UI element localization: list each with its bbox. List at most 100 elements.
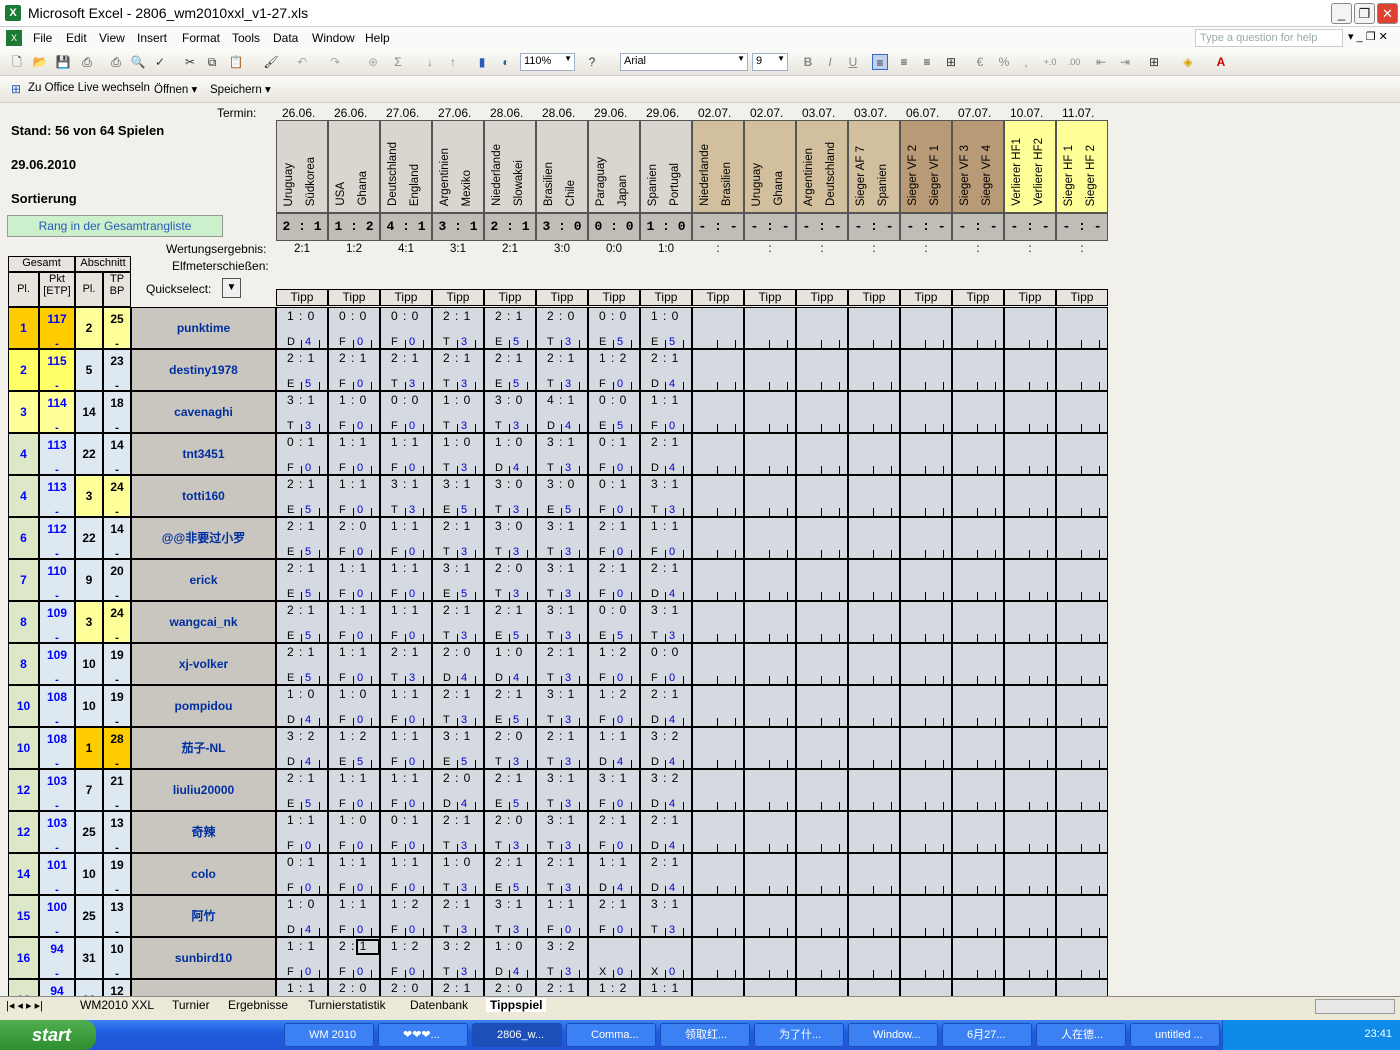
tip-cell[interactable]: [848, 937, 900, 979]
tip-cell[interactable]: 2 : 0T3: [484, 559, 536, 601]
tip-cell[interactable]: [952, 643, 1004, 685]
tip-cell[interactable]: 2 : 0T3: [484, 727, 536, 769]
tip-cell[interactable]: [900, 769, 952, 811]
tip-cell[interactable]: [952, 769, 1004, 811]
points-cell[interactable]: 114-: [39, 391, 75, 434]
tip-cell[interactable]: 1 : 2E5: [328, 727, 380, 769]
tip-cell[interactable]: [900, 895, 952, 937]
tip-cell[interactable]: [900, 517, 952, 559]
points-cell[interactable]: 113-: [39, 433, 75, 476]
section-rank-cell[interactable]: 31: [75, 937, 103, 979]
tip-cell[interactable]: 2 : 0D4: [432, 769, 484, 811]
tip-cell[interactable]: [796, 475, 848, 517]
tip-cell[interactable]: 1 : 0F0: [328, 685, 380, 727]
tip-cell[interactable]: 1 : 0T3: [432, 391, 484, 433]
player-name[interactable]: destiny1978: [131, 349, 276, 391]
tip-cell[interactable]: 2 : 1E5: [276, 517, 328, 559]
tip-cell[interactable]: 2 : 1E5: [484, 307, 536, 349]
tip-cell[interactable]: [900, 349, 952, 391]
align-center-icon[interactable]: ≡: [896, 54, 912, 70]
rank-cell[interactable]: 15: [8, 895, 39, 937]
tip-cell[interactable]: [848, 559, 900, 601]
tip-cell[interactable]: 3 : 1T3: [536, 769, 588, 811]
tip-cell[interactable]: 2 : 0F0: [328, 517, 380, 559]
tip-cell[interactable]: [1004, 979, 1056, 996]
tip-cell[interactable]: [796, 685, 848, 727]
tip-cell[interactable]: 2 : 0D4: [432, 643, 484, 685]
tip-cell[interactable]: [848, 979, 900, 996]
tip-cell[interactable]: [796, 391, 848, 433]
tip-cell[interactable]: [952, 391, 1004, 433]
tip-cell[interactable]: [900, 643, 952, 685]
tip-cell[interactable]: 1 : 1F0: [328, 559, 380, 601]
permission-icon[interactable]: ⎙: [79, 54, 95, 70]
tip-cell[interactable]: [796, 307, 848, 349]
player-name[interactable]: erick: [131, 559, 276, 601]
tip-cell[interactable]: 2 : 0: [380, 979, 432, 996]
tip-cell[interactable]: [1004, 937, 1056, 979]
tip-cell[interactable]: [796, 811, 848, 853]
tip-cell[interactable]: [744, 517, 796, 559]
tip-cell[interactable]: 0 : 1F0: [588, 475, 640, 517]
tip-cell[interactable]: [848, 307, 900, 349]
tip-cell[interactable]: 1 : 1F0: [640, 517, 692, 559]
save-menu-button[interactable]: Speichern ▾: [210, 82, 271, 96]
tp-bp-cell[interactable]: 18-: [103, 391, 131, 434]
tip-cell[interactable]: [900, 475, 952, 517]
tip-cell[interactable]: 0 : 1F0: [588, 433, 640, 475]
section-rank-cell[interactable]: 3: [75, 601, 103, 643]
tip-cell[interactable]: 2 : 1T3: [432, 811, 484, 853]
tip-cell[interactable]: [848, 475, 900, 517]
tip-cell[interactable]: [692, 895, 744, 937]
tip-cell[interactable]: 0 : 0F0: [380, 391, 432, 433]
tip-cell[interactable]: [692, 937, 744, 979]
tip-cell[interactable]: 2 : 1: [432, 979, 484, 996]
tip-cell[interactable]: [952, 475, 1004, 517]
player-name[interactable]: colo: [131, 853, 276, 895]
open-icon[interactable]: 📂: [32, 54, 48, 70]
tip-cell[interactable]: 3 : 1T3: [276, 391, 328, 433]
tp-bp-cell[interactable]: 23-: [103, 349, 131, 392]
tip-cell[interactable]: 3 : 1T3: [536, 685, 588, 727]
tip-cell[interactable]: 1 : 2: [588, 979, 640, 996]
tip-cell[interactable]: 2 : 1F0: [588, 811, 640, 853]
tip-cell[interactable]: 0 : 0E5: [588, 601, 640, 643]
points-cell[interactable]: 103-: [39, 811, 75, 854]
print-icon[interactable]: ⎙: [108, 54, 124, 70]
player-name[interactable]: totti160: [131, 475, 276, 517]
tip-cell[interactable]: 2 : 0: [484, 979, 536, 996]
tip-cell[interactable]: 0 : 0F0: [380, 307, 432, 349]
tip-cell[interactable]: [692, 391, 744, 433]
tip-cell[interactable]: [1056, 979, 1108, 996]
rank-cell[interactable]: 7: [8, 559, 39, 601]
tip-cell[interactable]: [744, 307, 796, 349]
tip-cell[interactable]: [1004, 391, 1056, 433]
tip-cell[interactable]: [692, 475, 744, 517]
tip-cell[interactable]: [952, 517, 1004, 559]
font-color-icon[interactable]: A: [1213, 54, 1229, 70]
tip-cell[interactable]: [744, 727, 796, 769]
tip-cell[interactable]: 1 : 1F0: [328, 769, 380, 811]
tip-cell[interactable]: [1056, 559, 1108, 601]
tip-cell[interactable]: 2 : 1T3: [432, 895, 484, 937]
tip-cell[interactable]: [900, 811, 952, 853]
tip-cell[interactable]: 2 : 1E5: [484, 601, 536, 643]
tip-cell[interactable]: [796, 853, 848, 895]
tip-cell[interactable]: 2 : 1T3: [380, 349, 432, 391]
cut-icon[interactable]: ✂: [182, 54, 198, 70]
section-rank-cell[interactable]: 10: [75, 853, 103, 895]
tip-cell[interactable]: [692, 433, 744, 475]
tip-cell[interactable]: [900, 433, 952, 475]
tip-cell[interactable]: [1004, 559, 1056, 601]
align-right-icon[interactable]: ≡: [919, 54, 935, 70]
tip-cell[interactable]: 0 : 0F0: [328, 307, 380, 349]
tip-cell[interactable]: 2 : 1E5: [276, 601, 328, 643]
tip-cell[interactable]: 1 : 2F0: [588, 643, 640, 685]
tip-cell[interactable]: 3 : 1E5: [432, 727, 484, 769]
player-name[interactable]: tnt3451: [131, 433, 276, 475]
tip-cell[interactable]: 2 : 1T3: [536, 643, 588, 685]
indent-icon[interactable]: ⇥: [1117, 54, 1133, 70]
tip-cell[interactable]: [744, 853, 796, 895]
tip-cell[interactable]: 2 : 1E5: [484, 853, 536, 895]
tip-cell[interactable]: [900, 853, 952, 895]
